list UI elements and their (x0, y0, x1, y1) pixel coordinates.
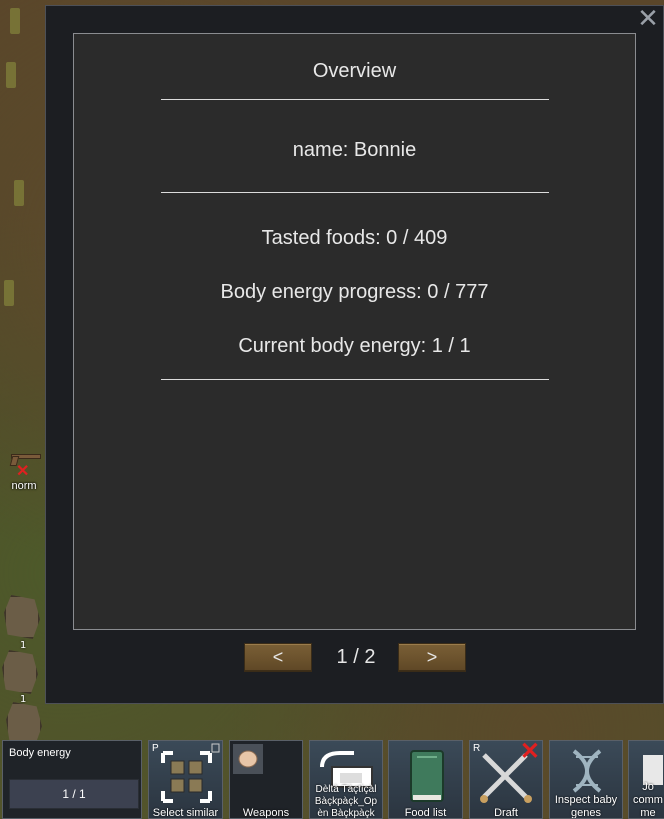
fist-icon (233, 744, 263, 774)
pawn-label: norm (11, 480, 37, 492)
prev-page-button[interactable]: < (244, 643, 312, 672)
red-x-icon: ✕ (519, 740, 540, 765)
job-commands-label: Jo comm me (633, 781, 663, 819)
overview-title: Overview (312, 60, 397, 82)
current-body-energy-stat: Current body energy: 1 / 1 (238, 335, 471, 357)
grass-plant (6, 62, 16, 88)
page-indicator: 1 / 2 (336, 646, 376, 668)
grass-plant (10, 8, 20, 34)
draft-button[interactable]: R ✕ Draft (469, 740, 543, 819)
grass-plant (14, 180, 24, 206)
stone-chunk (4, 595, 40, 639)
revolver-icon (7, 450, 41, 466)
draft-label: Draft (494, 807, 518, 819)
pawn-marker[interactable]: ✕ norm (4, 450, 44, 492)
overview-panel: Overview name: Bonnie Tasted foods: 0 / … (73, 33, 636, 630)
food-list-label: Food list (404, 807, 447, 819)
body-energy-progress-stat: Body energy progress: 0 / 777 (220, 281, 489, 303)
grass-plant (4, 280, 14, 306)
body-energy-gizmo: Body energy 1 / 1 (2, 740, 142, 819)
tasted-foods-stat: Tasted foods: 0 / 409 (261, 227, 448, 249)
body-energy-bar: 1 / 1 (9, 779, 139, 809)
close-icon[interactable]: ✕ (637, 6, 659, 32)
stack-count: 1 (20, 640, 27, 651)
weapons-gizmo[interactable]: Weapons (229, 740, 303, 819)
overview-dialog: ✕ Overview name: Bonnie Tasted foods: 0 … (45, 5, 664, 704)
map-view: 1 1 (0, 0, 45, 819)
inspect-genes-button[interactable]: Inspect baby genes (549, 740, 623, 819)
backpack-button[interactable]: Dèltà Tàçtìçàl Bàçkpàçk_Op èn Bàçkpàçk (309, 740, 383, 819)
red-x-icon: ✕ (16, 463, 30, 480)
select-similar-label: Select similar (152, 807, 219, 819)
food-list-button[interactable]: Food list (388, 740, 463, 819)
next-page-button[interactable]: > (398, 643, 466, 672)
pager: < 1 / 2 > (46, 643, 663, 673)
weapons-label: Weapons (242, 807, 290, 819)
body-energy-value: 1 / 1 (62, 787, 86, 801)
backpack-label: Dèltà Tàçtìçàl Bàçkpàçk_Op èn Bàçkpàçk (314, 784, 378, 819)
divider (161, 379, 549, 380)
select-similar-button[interactable]: P Select similar (148, 740, 223, 819)
divider (161, 192, 549, 193)
pawn-name: name: Bonnie (292, 139, 417, 161)
job-commands-button[interactable]: Jo comm me (628, 740, 664, 819)
inspect-genes-label: Inspect baby genes (554, 794, 618, 819)
divider (161, 99, 549, 100)
stone-chunk (2, 650, 38, 694)
stack-count: 1 (20, 694, 27, 705)
body-energy-title: Body energy (9, 747, 71, 759)
